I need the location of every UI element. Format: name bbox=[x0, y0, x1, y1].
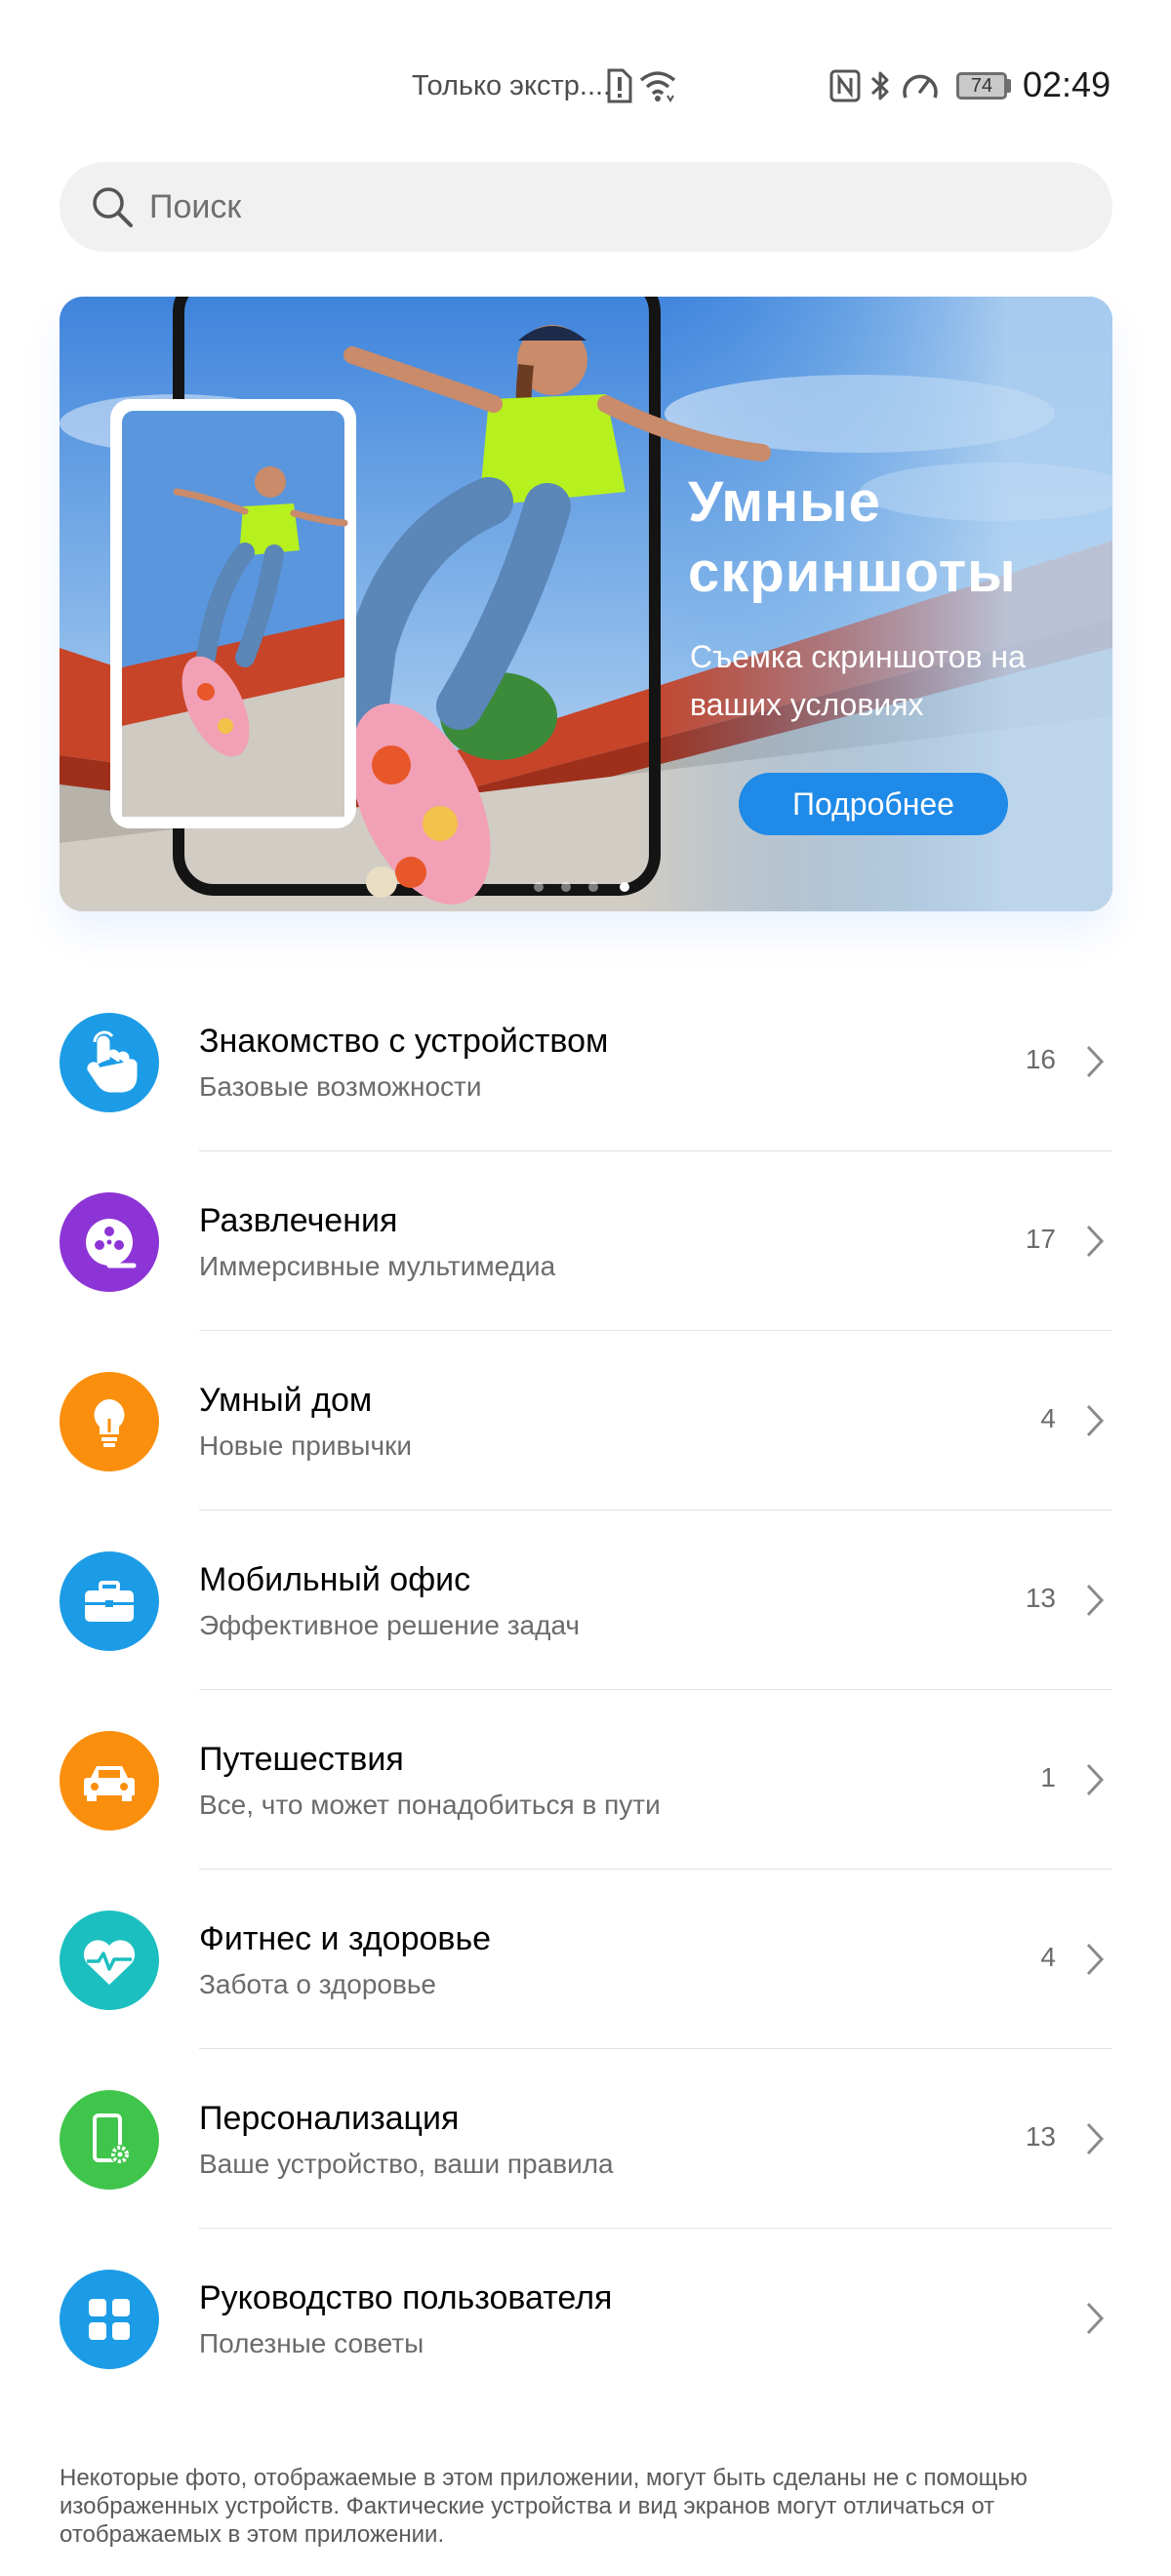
category-item-smart-home[interactable]: Умный дом Новые привычки 4 bbox=[0, 1331, 1171, 1510]
touch-hand-icon bbox=[60, 1013, 159, 1112]
category-count: 4 bbox=[1040, 1403, 1056, 1433]
category-title: Персонализация bbox=[199, 2100, 460, 2137]
category-subtitle: Иммерсивные мультимедиа bbox=[199, 1251, 556, 1281]
category-subtitle: Базовые возможности bbox=[199, 1071, 482, 1102]
page-indicator-dot[interactable] bbox=[534, 882, 544, 892]
category-count: 16 bbox=[1025, 1044, 1056, 1074]
chevron-right-icon bbox=[1086, 1763, 1105, 1796]
battery-tip bbox=[1007, 79, 1011, 93]
category-title: Знакомство с устройством bbox=[199, 1023, 609, 1060]
category-subtitle: Ваше устройство, ваши правила bbox=[199, 2149, 614, 2179]
category-item-fitness-health[interactable]: Фитнес и здоровье Забота о здоровье 4 bbox=[0, 1870, 1171, 2049]
wifi-icon bbox=[639, 71, 676, 102]
search-input[interactable]: Поиск bbox=[60, 162, 1112, 252]
category-count: 17 bbox=[1025, 1224, 1056, 1254]
car-icon bbox=[60, 1731, 159, 1831]
category-title: Развлечения bbox=[199, 1202, 398, 1239]
category-count: 4 bbox=[1040, 1942, 1056, 1972]
light-bulb-icon bbox=[60, 1372, 159, 1471]
category-count: 13 bbox=[1025, 1583, 1056, 1613]
chevron-right-icon bbox=[1086, 1943, 1105, 1976]
category-count: 1 bbox=[1040, 1762, 1056, 1792]
heart-pulse-icon bbox=[60, 1911, 159, 2010]
category-title: Путешествия bbox=[199, 1741, 404, 1778]
page-indicator-dot-active[interactable] bbox=[620, 882, 629, 892]
category-item-mobile-office[interactable]: Мобильный офис Эффективное решение задач… bbox=[0, 1510, 1171, 1690]
category-title: Руководство пользователя bbox=[199, 2279, 613, 2316]
category-item-user-guide[interactable]: Руководство пользователя Полезные советы bbox=[0, 2229, 1171, 2408]
briefcase-icon bbox=[60, 1551, 159, 1651]
category-item-entertainment[interactable]: Развлечения Иммерсивные мультимедиа 17 bbox=[0, 1151, 1171, 1331]
search-icon bbox=[93, 187, 133, 227]
grid-apps-icon bbox=[60, 2270, 159, 2369]
chevron-right-icon bbox=[1086, 2122, 1105, 2155]
search-placeholder: Поиск bbox=[149, 188, 242, 225]
chevron-right-icon bbox=[1086, 1584, 1105, 1617]
page-indicator-dot[interactable] bbox=[588, 882, 598, 892]
alert-sim-icon bbox=[607, 68, 632, 103]
category-subtitle: Новые привычки bbox=[199, 1430, 412, 1461]
category-title: Мобильный офис bbox=[199, 1561, 471, 1598]
status-bar: Только экстр.... 74 02:49 bbox=[0, 0, 1171, 172]
nfc-icon bbox=[829, 69, 861, 102]
category-count: 13 bbox=[1025, 2121, 1056, 2152]
chevron-right-icon bbox=[1086, 1404, 1105, 1437]
disclaimer-text: Некоторые фото, отображаемые в этом прил… bbox=[60, 2465, 1028, 2548]
chevron-right-icon bbox=[1086, 1225, 1105, 1258]
learn-more-button[interactable]: Подробнее bbox=[739, 773, 1008, 835]
category-item-personalization[interactable]: Персонализация Ваше устройство, ваши пра… bbox=[0, 2049, 1171, 2229]
data-saver-icon bbox=[903, 74, 938, 99]
category-title: Умный дом bbox=[199, 1382, 373, 1419]
category-item-device-intro[interactable]: Знакомство с устройством Базовые возможн… bbox=[0, 972, 1171, 1151]
promo-banner[interactable]: Умные скриншоты Съемка скриншотов на ваш… bbox=[60, 297, 1112, 911]
carrier-text: Только экстр.... bbox=[412, 70, 612, 101]
page-indicator-dot[interactable] bbox=[561, 882, 571, 892]
film-reel-icon bbox=[60, 1192, 159, 1292]
category-subtitle: Все, что может понадобиться в пути bbox=[199, 1790, 661, 1820]
phone-settings-icon bbox=[60, 2090, 159, 2190]
chevron-right-icon bbox=[1086, 2302, 1105, 2335]
category-subtitle: Эффективное решение задач bbox=[199, 1610, 580, 1640]
banner-title: Умные скриншоты bbox=[688, 470, 1017, 604]
chevron-right-icon bbox=[1086, 1045, 1105, 1078]
clock: 02:49 bbox=[1023, 64, 1111, 104]
category-item-travel[interactable]: Путешествия Все, что может понадобиться … bbox=[0, 1690, 1171, 1870]
battery-icon: 74 bbox=[956, 72, 1007, 100]
bluetooth-icon bbox=[870, 71, 889, 101]
banner-subtitle: Съемка скриншотов на ваших условиях bbox=[690, 639, 1026, 722]
category-subtitle: Забота о здоровье bbox=[199, 1969, 437, 1999]
category-subtitle: Полезные советы bbox=[199, 2328, 424, 2358]
category-title: Фитнес и здоровье bbox=[199, 1920, 492, 1957]
